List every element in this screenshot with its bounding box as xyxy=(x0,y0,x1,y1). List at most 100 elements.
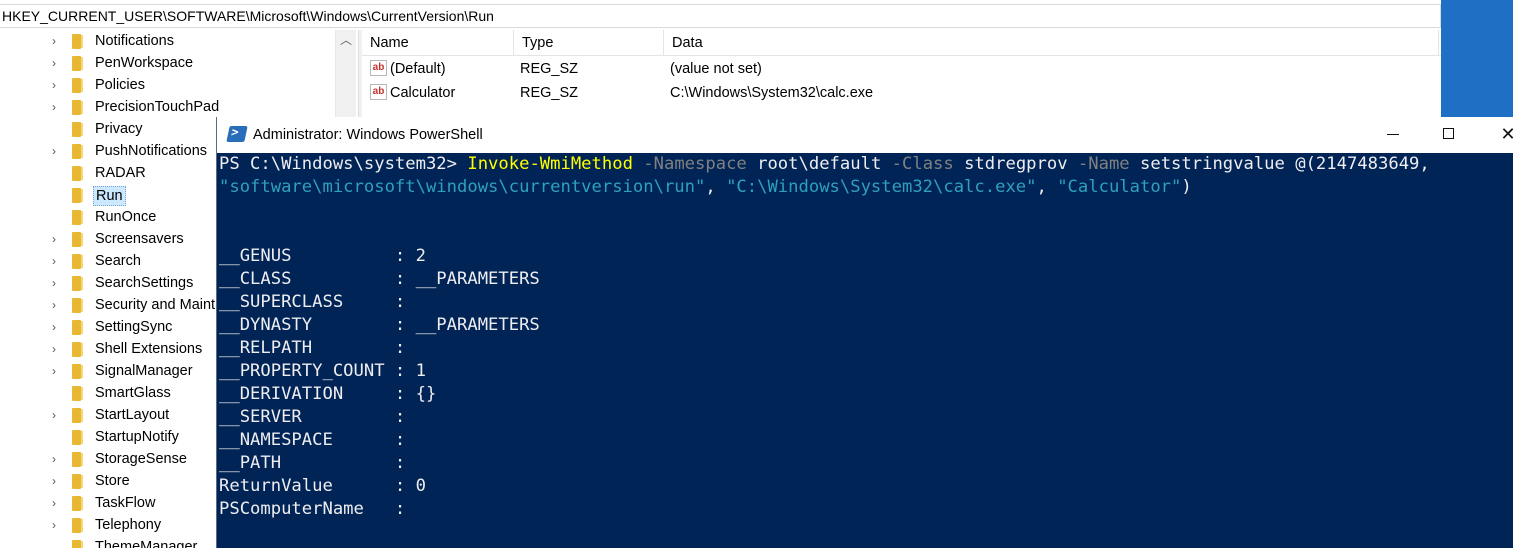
tree-item-label: ThemeManager xyxy=(95,539,198,548)
arg-class: stdregprov xyxy=(953,154,1068,174)
value-data: (value not set) xyxy=(670,61,762,77)
value-data: C:\Windows\System32\calc.exe xyxy=(670,85,874,101)
separator: , xyxy=(1036,177,1058,197)
minimize-button[interactable] xyxy=(1371,117,1417,151)
minimize-icon xyxy=(1387,134,1399,135)
param-name: -Name xyxy=(1067,154,1130,174)
folder-icon xyxy=(72,188,83,203)
closing-paren: ) xyxy=(1181,177,1192,197)
cmdlet: Invoke-WmiMethod xyxy=(467,154,633,174)
expand-chevron-icon[interactable]: › xyxy=(52,409,64,421)
tree-item-label: Shell Extensions xyxy=(95,341,203,357)
expand-chevron-icon[interactable]: › xyxy=(52,255,64,267)
expand-chevron-icon[interactable]: › xyxy=(52,35,64,47)
maximize-button[interactable] xyxy=(1427,117,1473,151)
expand-chevron-icon[interactable]: › xyxy=(52,277,64,289)
folder-icon xyxy=(72,78,83,93)
tree-item-label: RunOnce xyxy=(95,209,157,225)
scroll-up-arrow-icon[interactable]: ︿ xyxy=(336,30,356,50)
folder-icon xyxy=(72,364,83,379)
folder-icon xyxy=(72,144,83,159)
command-line-2: "software\microsoft\windows\currentversi… xyxy=(219,176,1192,199)
tree-item-label: StorageSense xyxy=(95,451,187,467)
folder-icon xyxy=(72,122,83,137)
folder-icon xyxy=(72,386,83,401)
powershell-console[interactable]: PS C:\Windows\system32> Invoke-WmiMethod… xyxy=(219,153,1513,548)
tree-item[interactable]: › PenWorkspace xyxy=(0,52,340,74)
folder-icon xyxy=(72,474,83,489)
value-row[interactable]: ab Calculator REG_SZ C:\Windows\System32\ca… xyxy=(362,81,1441,105)
tree-item-label: Policies xyxy=(95,77,145,93)
folder-icon xyxy=(72,452,83,467)
output-line: __CLASS : __PARAMETERS xyxy=(219,269,540,289)
arg-namespace: root\default xyxy=(746,154,882,174)
tree-item-label: Security and Maint xyxy=(95,297,216,313)
arg-name: setstringvalue @(2147483649, xyxy=(1129,154,1430,174)
tree-item-label: Screensavers xyxy=(95,231,184,247)
expand-chevron-icon[interactable]: › xyxy=(52,519,64,531)
folder-icon xyxy=(72,408,83,423)
powershell-window: > Administrator: Windows PowerShell ✕ PS… xyxy=(216,117,1513,548)
string-key-path: "software\microsoft\windows\currentversi… xyxy=(219,177,706,197)
folder-icon xyxy=(72,166,83,181)
tree-item[interactable]: › Notifications xyxy=(0,30,340,52)
expand-chevron-icon[interactable]: › xyxy=(52,233,64,245)
powershell-title-bar[interactable]: > Administrator: Windows PowerShell ✕ xyxy=(217,117,1513,153)
column-header-data[interactable]: Data xyxy=(664,30,1439,56)
folder-icon xyxy=(72,34,83,49)
expand-chevron-icon[interactable]: › xyxy=(52,475,64,487)
expand-chevron-icon[interactable]: › xyxy=(52,101,64,113)
param-namespace: -Namespace xyxy=(632,154,747,174)
output-line: __RELPATH : xyxy=(219,338,406,358)
folder-icon xyxy=(72,496,83,511)
tree-item[interactable]: › Policies xyxy=(0,74,340,96)
tree-item-label: PrecisionTouchPad xyxy=(95,99,220,115)
close-button[interactable]: ✕ xyxy=(1485,117,1513,151)
close-icon: ✕ xyxy=(1500,124,1513,144)
expand-chevron-icon[interactable]: › xyxy=(52,365,64,377)
tree-item-label: Run xyxy=(93,186,126,206)
expand-chevron-icon[interactable]: › xyxy=(52,79,64,91)
address-bar[interactable]: HKEY_CURRENT_USER\SOFTWARE\Microsoft\Win… xyxy=(0,4,1441,28)
folder-icon xyxy=(72,56,83,71)
value-row[interactable]: ab (Default) REG_SZ (value not set) xyxy=(362,57,1441,81)
column-header-type[interactable]: Type xyxy=(514,30,664,56)
tree-item-label: TaskFlow xyxy=(95,495,156,511)
folder-icon xyxy=(72,430,83,445)
folder-icon xyxy=(72,342,83,357)
tree-item-label: StartupNotify xyxy=(95,429,179,445)
expand-chevron-icon[interactable]: › xyxy=(52,321,64,333)
command-line-1: PS C:\Windows\system32> Invoke-WmiMethod… xyxy=(219,153,1430,176)
folder-icon xyxy=(72,100,83,115)
separator: , xyxy=(705,177,727,197)
folder-icon xyxy=(72,276,83,291)
folder-icon xyxy=(72,518,83,533)
values-header: Name Type Data xyxy=(362,30,1441,56)
output-line: __GENUS : 2 xyxy=(219,246,426,266)
value-type: REG_SZ xyxy=(520,85,579,101)
folder-icon xyxy=(72,540,83,548)
expand-chevron-icon[interactable]: › xyxy=(52,453,64,465)
expand-chevron-icon[interactable]: › xyxy=(52,343,64,355)
expand-chevron-icon[interactable]: › xyxy=(52,145,64,157)
output-line: __SUPERCLASS : xyxy=(219,292,406,312)
tree-item[interactable]: › PrecisionTouchPad xyxy=(0,96,340,118)
output-line: __DERIVATION : {} xyxy=(219,384,437,404)
powershell-icon: > xyxy=(226,125,248,142)
window-title: Administrator: Windows PowerShell xyxy=(253,127,483,143)
output-line: __DYNASTY : __PARAMETERS xyxy=(219,315,540,335)
output-line: PSComputerName : xyxy=(219,499,406,519)
tree-item-label: StartLayout xyxy=(95,407,170,423)
expand-chevron-icon[interactable]: › xyxy=(52,57,64,69)
output-line: __PROPERTY_COUNT : 1 xyxy=(219,361,426,381)
param-class: -Class xyxy=(881,154,954,174)
string-value-icon: ab xyxy=(370,60,387,76)
tree-item-label: PushNotifications xyxy=(95,143,208,159)
expand-chevron-icon[interactable]: › xyxy=(52,497,64,509)
tree-item-label: SearchSettings xyxy=(95,275,194,291)
tree-item-label: Store xyxy=(95,473,130,489)
column-header-name[interactable]: Name xyxy=(362,30,514,56)
expand-chevron-icon[interactable]: › xyxy=(52,299,64,311)
output-line: __NAMESPACE : xyxy=(219,430,406,450)
string-exe-path: "C:\Windows\System32\calc.exe" xyxy=(726,177,1037,197)
